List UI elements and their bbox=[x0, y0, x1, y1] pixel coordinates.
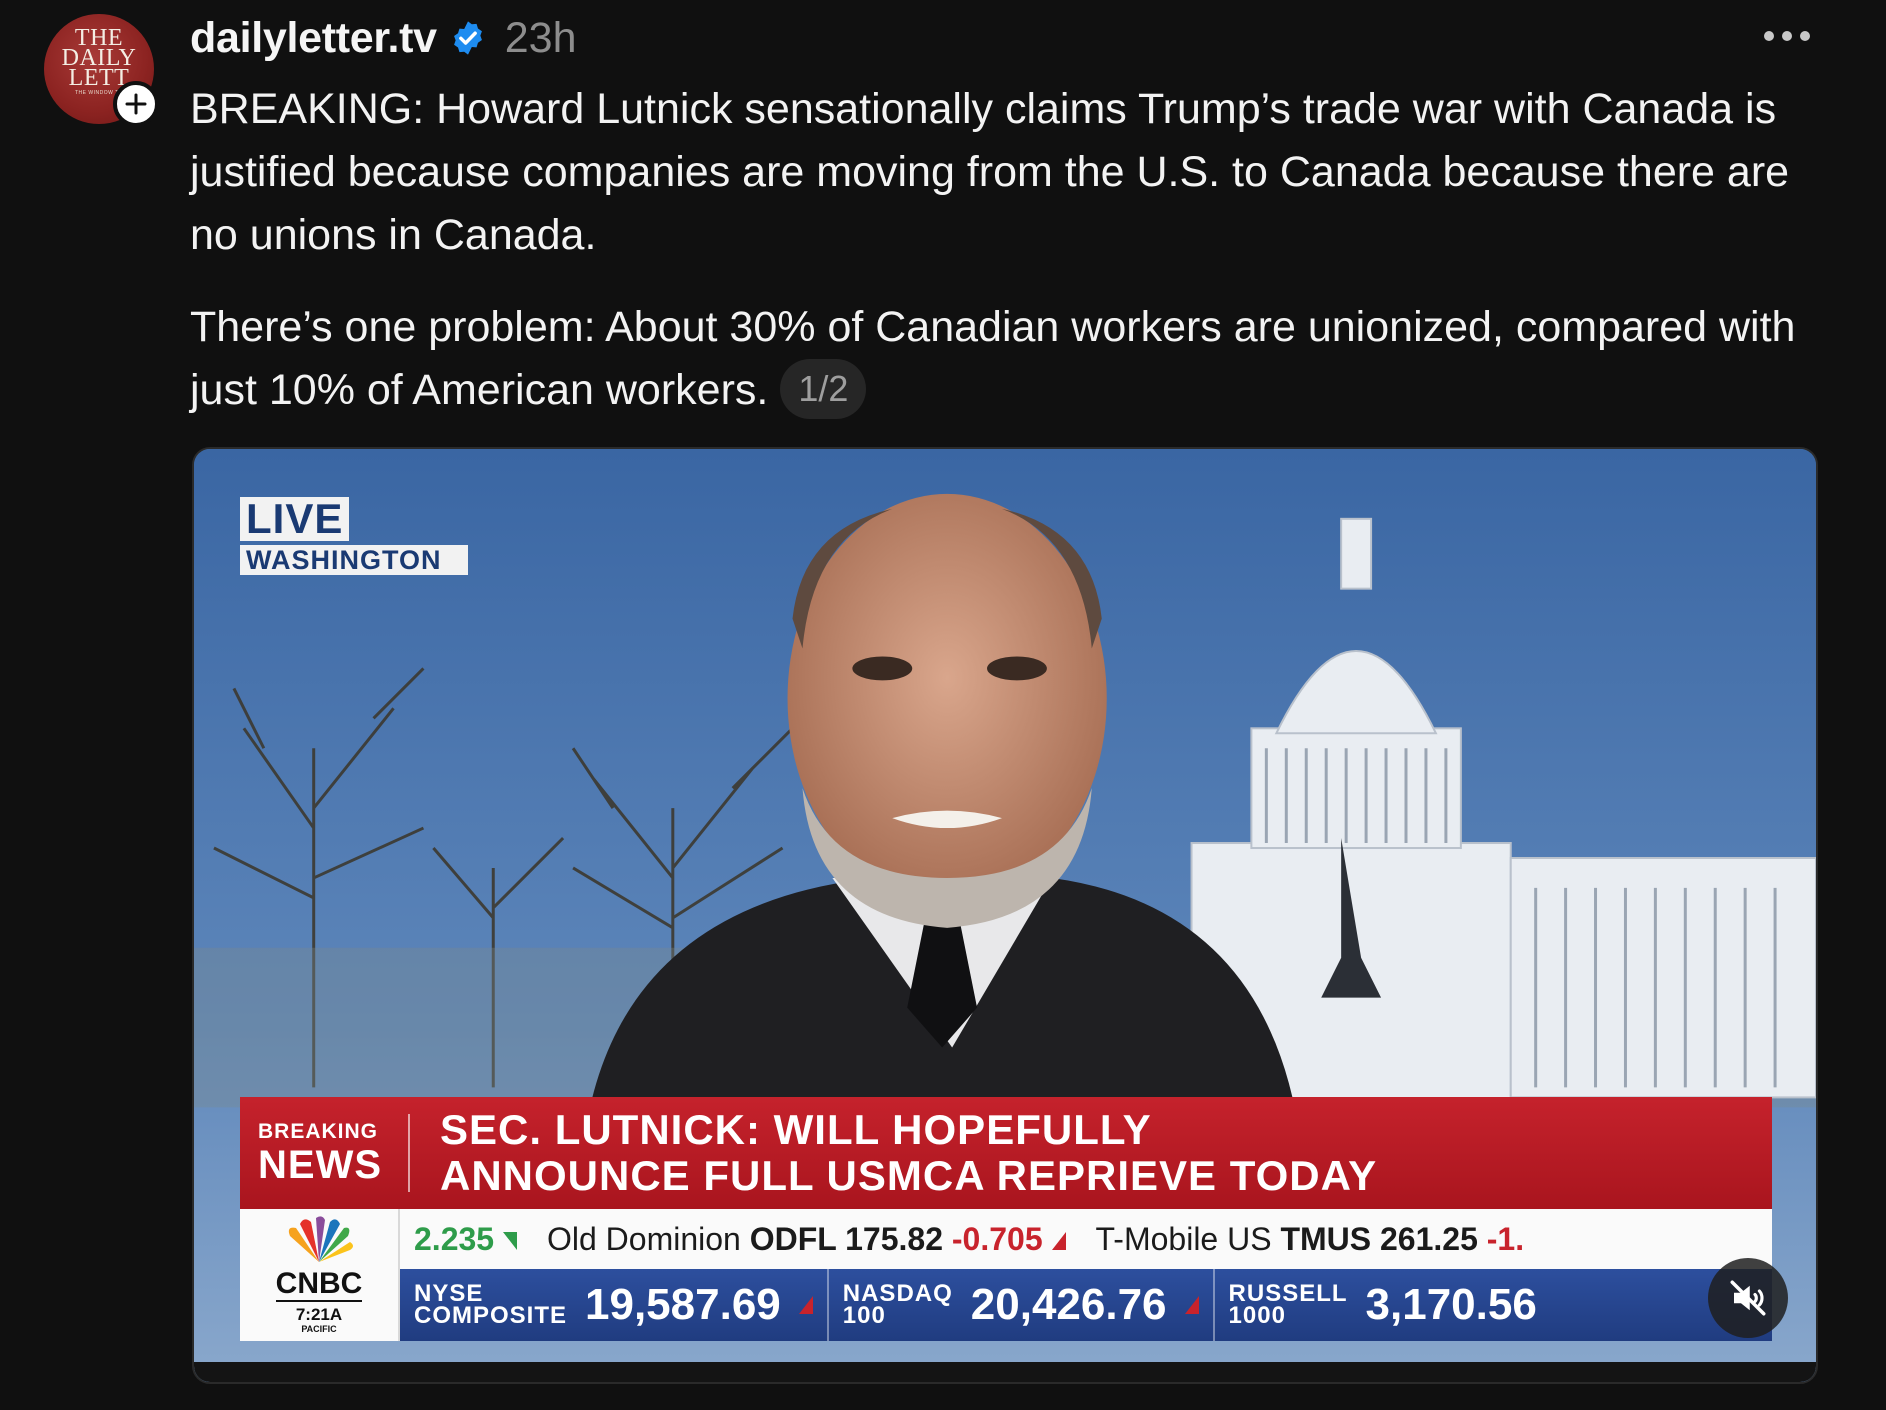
index-nyse: NYSE COMPOSITE 19,587.69 bbox=[400, 1269, 829, 1341]
more-dot-icon bbox=[1800, 31, 1810, 41]
media-page-indicator: 1/2 bbox=[780, 358, 867, 419]
live-location-tag: LIVE WASHINGTON bbox=[240, 497, 468, 575]
speaker-muted-icon bbox=[1730, 1280, 1766, 1316]
index-russell: RUSSELL 1000 3,170.56 bbox=[1215, 1269, 1551, 1341]
video-bottom-edge bbox=[194, 1362, 1816, 1382]
more-dot-icon bbox=[1764, 31, 1774, 41]
down-arrow-icon bbox=[1051, 1231, 1066, 1250]
network-logo-box: CNBC 7:21A PACIFIC bbox=[240, 1209, 400, 1341]
verified-badge-icon bbox=[453, 21, 482, 55]
location-label: WASHINGTON bbox=[240, 545, 468, 575]
index-nasdaq: NASDAQ 100 20,426.76 bbox=[829, 1269, 1215, 1341]
more-options-button[interactable] bbox=[1758, 22, 1816, 50]
index-name: RUSSELL 1000 bbox=[1228, 1282, 1348, 1329]
peacock-logo-icon bbox=[288, 1216, 353, 1262]
index-value: 3,170.56 bbox=[1365, 1280, 1537, 1329]
network-name: CNBC bbox=[275, 1267, 363, 1302]
up-arrow-icon bbox=[502, 1231, 517, 1250]
ticker-item-2: T-Mobile US TMUS 261.25 -1. bbox=[1096, 1221, 1525, 1258]
live-label: LIVE bbox=[240, 497, 350, 541]
broadcast-clock: 7:21A bbox=[295, 1305, 343, 1324]
headline-line-2: ANNOUNCE FULL USMCA REPRIEVE TODAY bbox=[440, 1152, 1378, 1199]
ticker-item-2-symbol: TMUS 261.25 bbox=[1280, 1220, 1478, 1257]
ticker-item-0-value: 2.235 bbox=[414, 1220, 495, 1257]
index-name-line-2: COMPOSITE bbox=[414, 1302, 568, 1329]
breaking-label: BREAKING bbox=[258, 1120, 379, 1143]
ticker-indices-row: NYSE COMPOSITE 19,587.69 NASDAQ 100 20,4… bbox=[400, 1269, 1772, 1341]
video-player[interactable]: LIVE WASHINGTON BREAKING NEWS SEC. LUTNI… bbox=[192, 447, 1818, 1384]
plus-icon bbox=[125, 93, 147, 115]
index-value: 20,426.76 bbox=[970, 1280, 1167, 1329]
follow-plus-button[interactable] bbox=[113, 81, 159, 127]
ticker-item-1-symbol: ODFL 175.82 bbox=[749, 1220, 943, 1257]
index-name-line-2: 1000 bbox=[1228, 1302, 1286, 1329]
index-name-line-2: 100 bbox=[842, 1302, 886, 1329]
ticker-item-1-name: Old Dominion bbox=[546, 1220, 741, 1257]
news-label: NEWS bbox=[258, 1143, 382, 1187]
post-text-paragraph-2: There’s one problem: About 30% of Canadi… bbox=[190, 296, 1840, 423]
index-name: NASDAQ 100 bbox=[842, 1282, 953, 1329]
post-text-paragraph-2-content: There’s one problem: About 30% of Canadi… bbox=[190, 303, 1796, 414]
post-text-paragraph-1: BREAKING: Howard Lutnick sensationally c… bbox=[190, 85, 1790, 259]
broadcast-time-zone: PACIFIC bbox=[301, 1324, 337, 1334]
index-value: 19,587.69 bbox=[585, 1280, 781, 1329]
post-header: dailyletter.tv 23h bbox=[190, 10, 577, 66]
breaking-news-label: BREAKING NEWS bbox=[240, 1114, 410, 1192]
news-headline: SEC. LUTNICK: WILL HOPEFULLY ANNOUNCE FU… bbox=[410, 1107, 1377, 1199]
index-name: NYSE COMPOSITE bbox=[414, 1282, 568, 1329]
ticker-item-0: 2.235 bbox=[414, 1221, 517, 1258]
down-arrow-icon bbox=[1184, 1296, 1199, 1314]
ticker-item-1: Old Dominion ODFL 175.82 -0.705 bbox=[547, 1221, 1066, 1258]
ticker-item-1-change: -0.705 bbox=[951, 1220, 1043, 1257]
ticker-stocks-row: 2.235 Old Dominion ODFL 175.82 -0.705 T-… bbox=[400, 1209, 1772, 1269]
post-timestamp: 23h bbox=[504, 13, 577, 62]
avatar-logo-line-3: LETT bbox=[68, 65, 130, 91]
mute-toggle-button[interactable] bbox=[1708, 1258, 1788, 1338]
username-link[interactable]: dailyletter.tv bbox=[190, 14, 437, 63]
down-arrow-icon bbox=[798, 1296, 813, 1314]
more-dot-icon bbox=[1782, 31, 1792, 41]
breaking-news-bar: BREAKING NEWS SEC. LUTNICK: WILL HOPEFUL… bbox=[240, 1097, 1772, 1209]
ticker-content: 2.235 Old Dominion ODFL 175.82 -0.705 T-… bbox=[400, 1209, 1772, 1341]
news-lower-third: BREAKING NEWS SEC. LUTNICK: WILL HOPEFUL… bbox=[240, 1097, 1772, 1341]
ticker-item-2-name: T-Mobile US bbox=[1095, 1220, 1272, 1257]
ticker-item-2-change: -1. bbox=[1486, 1220, 1525, 1257]
stock-ticker: CNBC 7:21A PACIFIC 2.235 Old Dominion OD… bbox=[240, 1209, 1772, 1341]
headline-line-1: SEC. LUTNICK: WILL HOPEFULLY bbox=[440, 1106, 1152, 1153]
